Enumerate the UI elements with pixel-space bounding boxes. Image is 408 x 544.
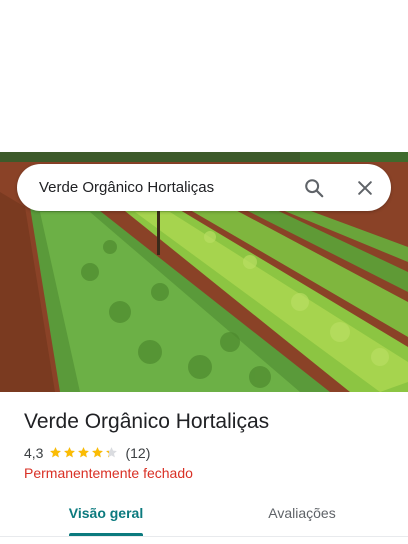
star-icon	[78, 447, 90, 458]
search-button[interactable]	[301, 175, 327, 201]
close-icon	[358, 181, 372, 195]
search-input[interactable]: Verde Orgânico Hortaliças	[39, 164, 214, 211]
rating-value: 4,3	[24, 444, 44, 461]
place-name: Verde Orgânico Hortaliças	[24, 410, 270, 433]
rating-stars	[49, 446, 119, 459]
star-icon	[64, 447, 76, 458]
tab-reviews[interactable]: Avaliações	[252, 497, 352, 534]
rating-row[interactable]: 4,3 (12)	[24, 444, 150, 461]
tabs-divider	[0, 536, 408, 537]
clear-search-button[interactable]	[352, 175, 378, 201]
star-icon	[50, 447, 62, 458]
star-icon	[92, 447, 104, 458]
search-bar[interactable]: Verde Orgânico Hortaliças	[17, 164, 391, 211]
reviews-count[interactable]: (12)	[125, 445, 150, 461]
star-icon	[106, 447, 118, 458]
search-icon	[305, 179, 324, 198]
tab-overview[interactable]: Visão geral	[56, 497, 156, 534]
tab-bar: Visão geral Avaliações	[0, 497, 408, 539]
business-status: Permanentemente fechado	[24, 465, 193, 481]
